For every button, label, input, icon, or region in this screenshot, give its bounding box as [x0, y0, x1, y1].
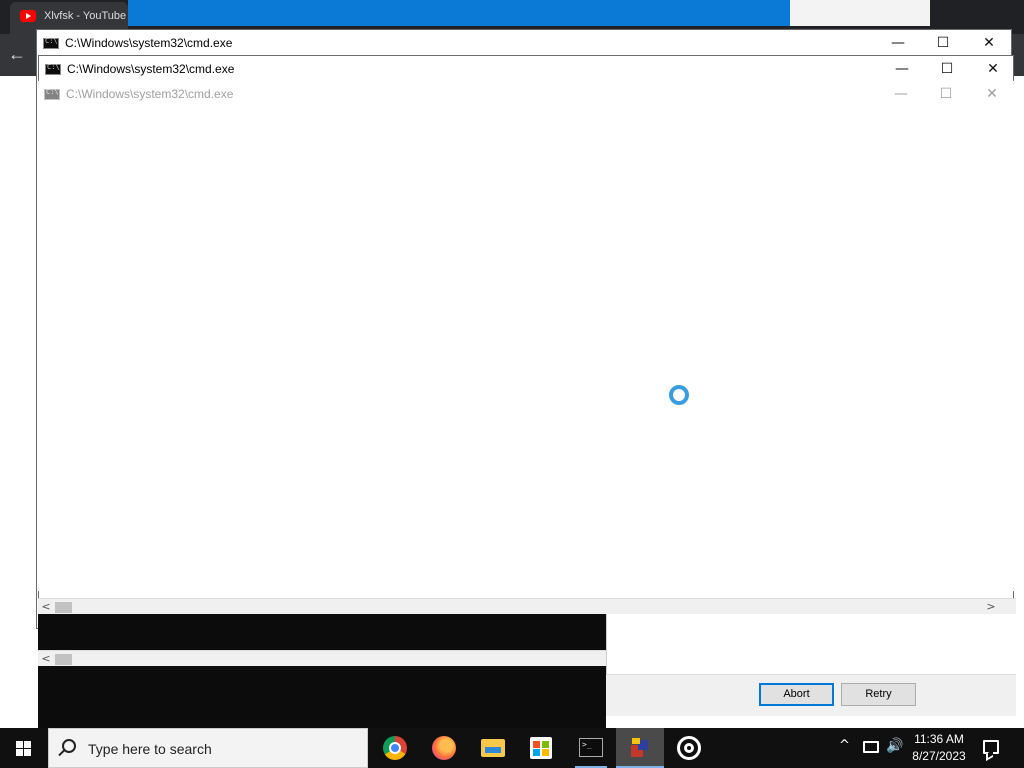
network-icon[interactable]	[863, 741, 879, 753]
scroll-thumb[interactable]	[55, 602, 72, 613]
show-hidden-icons-chevron-icon[interactable]: ^	[839, 738, 850, 753]
cmd-app-icon	[44, 88, 60, 100]
minimize-button[interactable]: —	[879, 56, 925, 82]
scroll-thumb[interactable]	[55, 654, 72, 665]
clock-date: 8/27/2023	[912, 749, 966, 763]
title-bar[interactable]: C:\Windows\system32\cmd.exe — ☐ ✕	[37, 30, 1011, 56]
search-icon	[62, 739, 76, 753]
title-bar[interactable]: C:\Windows\system32\cmd.exe — ☐ ✕	[38, 81, 1016, 107]
taskbar-clock[interactable]: 11:36 AM 8/27/2023	[904, 731, 974, 765]
file-explorer-icon	[481, 739, 505, 757]
close-button[interactable]: ✕	[969, 81, 1015, 107]
scroll-right-arrow[interactable]: >	[983, 599, 999, 615]
maximize-button[interactable]: ☐	[920, 30, 966, 56]
cmd-window-3: C:\Windows\system32\cmd.exe — ☐ ✕	[38, 81, 1016, 591]
chrome-icon	[383, 736, 407, 760]
title-bar[interactable]: C:\Windows\system32\cmd.exe — ☐ ✕	[39, 56, 1013, 82]
youtube-icon	[20, 10, 36, 22]
minimize-button[interactable]: —	[878, 81, 924, 107]
start-button[interactable]	[0, 728, 48, 768]
microsoft-store-icon	[530, 737, 552, 759]
background-window-controls	[790, 0, 930, 26]
busy-spinner-icon	[669, 385, 689, 405]
horizontal-scrollbar[interactable]: < >	[38, 598, 1016, 614]
window-title: C:\Windows\system32\cmd.exe	[65, 36, 233, 50]
horizontal-scrollbar[interactable]: <	[38, 650, 606, 666]
minimize-button[interactable]: —	[875, 30, 921, 56]
console-output-area-lower	[38, 666, 606, 728]
close-button[interactable]: ✕	[970, 56, 1016, 82]
back-arrow-icon[interactable]: ←	[8, 44, 26, 65]
target-icon	[677, 736, 701, 760]
package-icon	[628, 736, 652, 760]
clock-time: 11:36 AM	[914, 732, 964, 746]
abort-button[interactable]: Abort	[759, 683, 834, 706]
windows-logo-icon	[16, 741, 32, 757]
volume-icon[interactable]: 🔊	[886, 738, 903, 754]
cmd-app-icon	[43, 37, 59, 49]
browser-title-highlight	[128, 0, 790, 26]
scroll-left-arrow[interactable]: <	[38, 599, 54, 615]
action-center-icon[interactable]	[983, 740, 999, 754]
close-button[interactable]: ✕	[966, 30, 1012, 56]
window-title: C:\Windows\system32\cmd.exe	[66, 87, 234, 101]
retry-button[interactable]: Retry	[841, 683, 916, 706]
browser-window-controls	[930, 0, 1024, 26]
search-placeholder: Type here to search	[88, 741, 212, 757]
window-title: C:\Windows\system32\cmd.exe	[67, 62, 235, 76]
firefox-icon	[432, 736, 456, 760]
scroll-left-arrow[interactable]: <	[38, 651, 54, 667]
cmd-icon	[579, 738, 603, 757]
maximize-button[interactable]: ☐	[923, 81, 969, 107]
cmd-app-icon	[45, 63, 61, 75]
maximize-button[interactable]: ☐	[924, 56, 970, 82]
